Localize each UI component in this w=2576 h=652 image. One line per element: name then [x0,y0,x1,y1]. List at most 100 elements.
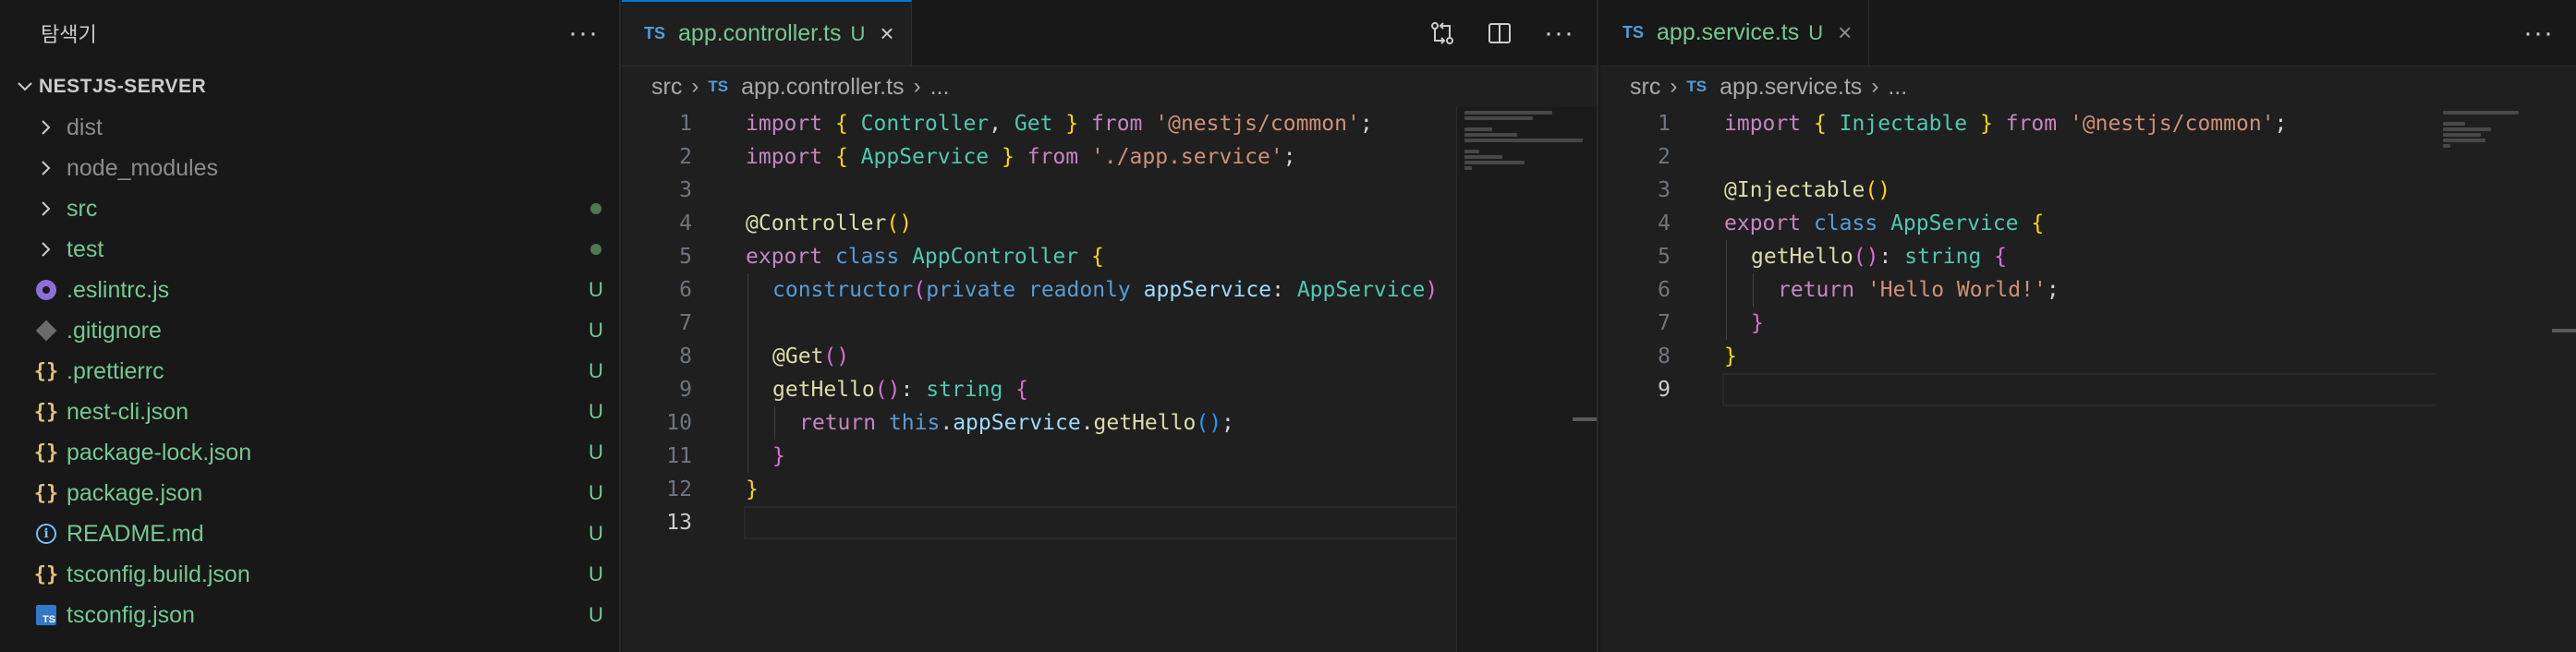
editor-group-right: TS app.service.ts U × ··· src › TS app.s… [1600,0,2576,652]
breadcrumb-folder[interactable]: src [651,74,682,101]
modified-dot-icon [573,244,619,255]
line-number: 4 [1658,211,1671,235]
line-number: 6 [1658,278,1671,302]
editor-actions: ··· [2523,0,2554,66]
code-line: 6 constructor(private readonly appService… [622,273,1597,307]
code-line: 9 getHello(): string { [622,373,1597,406]
chevron-right-icon [0,241,67,258]
close-icon[interactable]: × [880,19,893,48]
scrollbar-thumb[interactable] [1573,417,1597,421]
tree-item-readme[interactable]: i README.md U [0,513,619,554]
line-number: 3 [679,178,692,202]
line-number: 8 [679,344,692,368]
minimap[interactable] [2436,107,2576,652]
explorer-title: 탐색기 [41,23,97,46]
tree-item-tsconfig[interactable]: TS tsconfig.json U [0,595,619,635]
tree-item-dist[interactable]: dist [0,107,619,148]
tree-item-label: package-lock.json [67,439,252,465]
split-editor-icon[interactable] [1487,20,1513,46]
chevron-right-icon [0,200,67,217]
tree-item-package[interactable]: {} package.json U [0,473,619,513]
untracked-badge: U [589,359,603,382]
code-line: 1 import { Injectable } from '@nestjs/com… [1600,107,2576,140]
breadcrumb-more[interactable]: ... [930,74,950,101]
line-number: 11 [666,444,692,468]
tree-item-label: node_modules [67,154,219,181]
tab-app-controller[interactable]: TS app.controller.ts U × [622,0,912,66]
project-folder-header[interactable]: NESTJS-SERVER [0,66,619,107]
code-line-current: 13 [622,506,1597,539]
explorer-header: 탐색기 ··· [0,0,619,66]
code-line: 4 @Controller() [622,207,1597,240]
chevron-right-icon: › [1670,74,1678,99]
breadcrumb-more[interactable]: ... [1888,74,1907,101]
tab-bar: TS app.controller.ts U × ··· [622,0,1597,66]
code-line: 5 export class AppController { [622,240,1597,273]
json-braces-icon: {} [33,441,59,465]
more-actions-icon[interactable]: ··· [2523,19,2554,47]
tree-item-test[interactable]: test [0,229,619,270]
scrollbar-thumb[interactable] [2552,329,2576,332]
tree-item-label: README.md [67,520,204,547]
tree-item-eslintrc[interactable]: .eslintrc.js U [0,270,619,310]
line-number: 2 [679,145,692,169]
code-line: 5 getHello(): string { [1600,240,2576,273]
modified-dot-icon [573,203,619,214]
more-actions-icon[interactable]: ··· [1544,19,1574,47]
tree-item-tsconfig-build[interactable]: {} tsconfig.build.json U [0,554,619,595]
ts-file-icon: TS [36,605,56,625]
line-number: 6 [679,278,692,302]
compare-changes-icon[interactable] [1429,20,1455,46]
breadcrumb: src › TS app.controller.ts › ... [622,66,1597,107]
breadcrumb: src › TS app.service.ts › ... [1600,66,2576,107]
breadcrumb-folder[interactable]: src [1630,74,1660,101]
code-editor[interactable]: 1 import { Injectable } from '@nestjs/com… [1600,107,2576,406]
typescript-icon: TS [1686,78,1707,95]
line-number: 9 [1658,378,1671,402]
line-number: 7 [1658,311,1671,335]
code-line: 2 [1600,140,2576,174]
tree-item-prettierrc[interactable]: {} .prettierrc U [0,351,619,392]
code-line: 6 return 'Hello World!'; [1600,273,2576,307]
tree-item-label: test [67,235,104,262]
tree-item-node-modules[interactable]: node_modules [0,148,619,188]
json-braces-icon: {} [33,359,59,383]
tree-item-src[interactable]: src [0,188,619,229]
minimap[interactable] [1456,107,1597,652]
line-number: 10 [666,411,692,435]
explorer-more-actions-icon[interactable]: ··· [568,19,599,47]
tree-item-package-lock[interactable]: {} package-lock.json U [0,432,619,473]
tree-item-nest-cli[interactable]: {} nest-cli.json U [0,392,619,432]
tree-item-gitignore[interactable]: .gitignore U [0,310,619,351]
untracked-badge: U [589,441,603,464]
json-braces-icon: {} [33,481,59,505]
eslint-icon [36,280,56,300]
untracked-badge: U [589,481,603,504]
breadcrumb-file[interactable]: app.controller.ts [741,74,905,101]
line-number: 4 [679,211,692,235]
line-number: 5 [1658,245,1671,269]
code-line: 8 @Get() [622,340,1597,373]
line-number: 1 [679,112,692,136]
code-line: 7} [1600,307,2576,340]
chevron-right-icon: › [1871,74,1879,99]
close-icon[interactable]: × [1838,18,1852,47]
typescript-icon: TS [644,24,666,42]
untracked-badge: U [589,522,603,545]
code-editor[interactable]: 1 import { Controller, Get } from '@nestj… [622,107,1597,539]
line-number: 1 [1658,112,1671,136]
code-line: 8} [1600,340,2576,373]
tab-app-service[interactable]: TS app.service.ts U × [1600,0,1870,66]
tree-item-label: package.json [67,479,203,506]
code-line: 3 [622,174,1597,207]
chevron-down-icon [11,81,39,92]
line-number: 7 [679,311,692,335]
code-line: 1 import { Controller, Get } from '@nestj… [622,107,1597,140]
line-number: 9 [679,378,692,402]
tree-item-label: .gitignore [67,317,162,344]
code-line: 11} [622,440,1597,473]
info-icon: i [36,524,56,544]
typescript-icon: TS [708,78,729,95]
chevron-right-icon [0,160,67,176]
breadcrumb-file[interactable]: app.service.ts [1719,74,1862,101]
